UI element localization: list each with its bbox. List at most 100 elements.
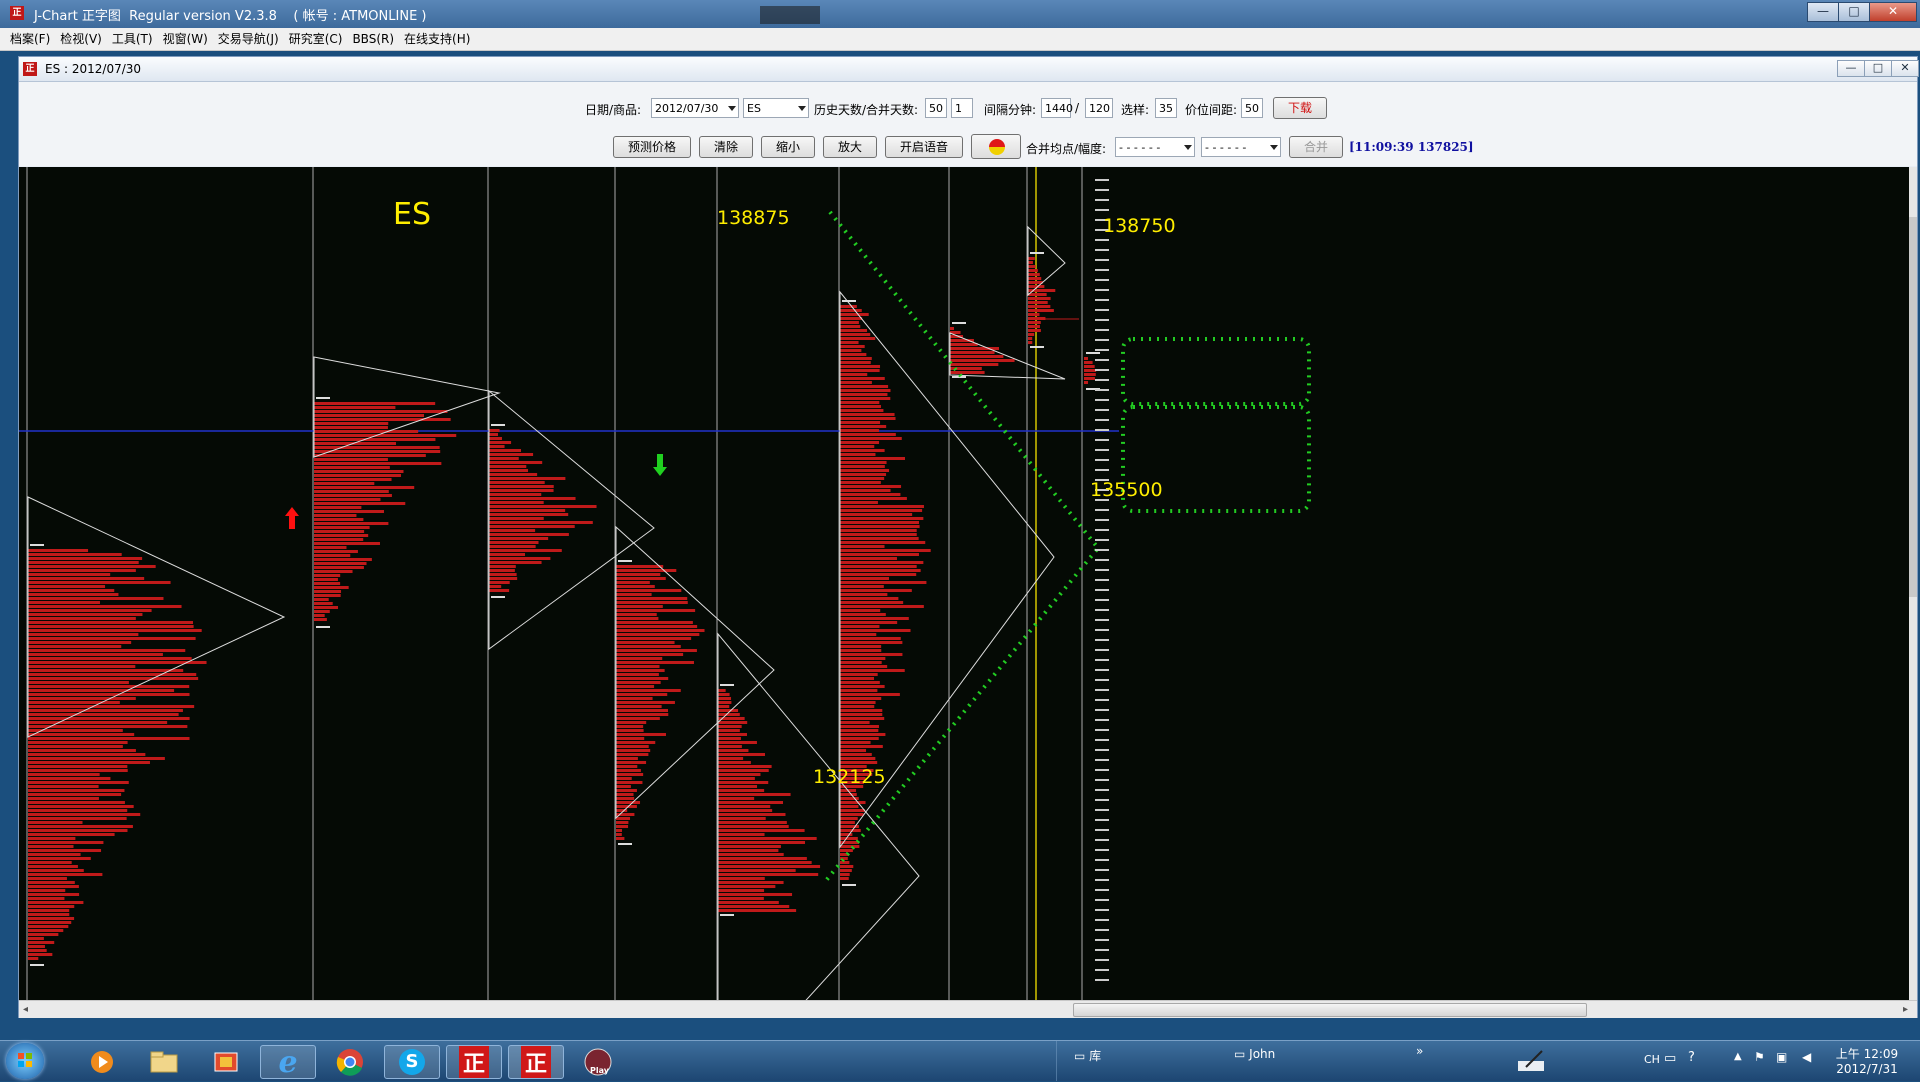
- child-maximize-button[interactable]: □: [1864, 60, 1892, 77]
- file-explorer-icon[interactable]: [136, 1045, 192, 1079]
- profile-bar: [840, 549, 931, 552]
- menu-view[interactable]: 检视(V): [60, 28, 102, 50]
- skype-icon[interactable]: S: [384, 1045, 440, 1079]
- language-indicator[interactable]: CH: [1644, 1053, 1660, 1066]
- interval-b-input[interactable]: 120: [1085, 98, 1113, 118]
- show-hidden-icons[interactable]: ▲: [1734, 1051, 1742, 1062]
- profile-bar: [314, 502, 406, 505]
- profile-bar: [840, 609, 881, 612]
- minimize-button[interactable]: —: [1807, 2, 1839, 22]
- shrink-button[interactable]: 缩小: [761, 136, 815, 158]
- price-axis-tick: [1095, 629, 1109, 631]
- merge-days-input[interactable]: 1: [951, 98, 973, 118]
- profile-bar: [28, 705, 195, 708]
- scroll-left-icon[interactable]: ◂: [23, 1004, 28, 1015]
- taskbar-user-folder[interactable]: ▭ John: [1234, 1047, 1275, 1061]
- voice-button[interactable]: 开启语音: [885, 136, 963, 158]
- scroll-right-icon[interactable]: ▸: [1903, 1004, 1908, 1015]
- history-days-input[interactable]: 50: [925, 98, 947, 118]
- profile-bar: [28, 693, 190, 696]
- profile-bar: [718, 849, 779, 852]
- volume-icon[interactable]: ◀: [1802, 1050, 1811, 1064]
- profile-bar: [616, 725, 644, 728]
- close-button[interactable]: ✕: [1869, 2, 1917, 22]
- profile-bar: [718, 885, 776, 888]
- maximize-button[interactable]: □: [1838, 2, 1870, 22]
- interval-a-input[interactable]: 1440: [1041, 98, 1073, 118]
- network-icon[interactable]: ▣: [1776, 1050, 1787, 1064]
- help-icon[interactable]: ?: [1688, 1050, 1695, 1065]
- merge-button[interactable]: 合并: [1289, 136, 1343, 158]
- profile-bar: [28, 957, 39, 960]
- profile-bar: [28, 625, 194, 628]
- profile-bar: [718, 905, 790, 908]
- menu-window[interactable]: 视窗(W): [163, 28, 208, 50]
- profile-bar: [840, 369, 880, 372]
- menu-research[interactable]: 研究室(C): [289, 28, 343, 50]
- price-axis-tick: [1095, 339, 1109, 341]
- keyboard-icon[interactable]: ▭: [1664, 1051, 1676, 1066]
- profile-bar: [314, 614, 325, 617]
- profile-bar: [840, 345, 865, 348]
- market-profile-chart[interactable]: ES 138875 138750 135500 132125: [19, 167, 1917, 1000]
- profile-bar: [28, 781, 129, 784]
- start-button[interactable]: [6, 1043, 44, 1079]
- play-app-icon[interactable]: Play: [570, 1045, 626, 1079]
- merge-average-select[interactable]: - - - - - -: [1115, 137, 1195, 157]
- download-button[interactable]: 下载: [1273, 97, 1327, 119]
- clear-button[interactable]: 清除: [699, 136, 753, 158]
- menu-file[interactable]: 档案(F): [10, 28, 50, 50]
- jchart-app-button-2[interactable]: 正: [508, 1045, 564, 1079]
- jchart-app-button-1[interactable]: 正: [446, 1045, 502, 1079]
- price-axis-tick: [1095, 739, 1109, 741]
- scroll-thumb[interactable]: [1073, 1003, 1587, 1017]
- merge-range-select[interactable]: - - - - - -: [1201, 137, 1281, 157]
- profile-bar: [314, 434, 457, 437]
- profile-bar: [28, 765, 128, 768]
- price-axis-tick: [1095, 749, 1109, 751]
- taskbar-library[interactable]: ▭ 库: [1074, 1047, 1101, 1064]
- profile-bar: [718, 881, 784, 884]
- price-axis-tick: [1095, 819, 1109, 821]
- action-center-icon[interactable]: ⚑: [1754, 1050, 1765, 1064]
- profile-bar: [840, 389, 891, 392]
- menu-bbs[interactable]: BBS(R): [352, 28, 394, 50]
- pen-input-icon[interactable]: [1516, 1047, 1548, 1073]
- tick-input[interactable]: 50: [1241, 98, 1263, 118]
- toolbox-icon[interactable]: [198, 1045, 254, 1079]
- child-minimize-button[interactable]: —: [1837, 60, 1865, 77]
- menu-trade-nav[interactable]: 交易导航(J): [218, 28, 279, 50]
- date-select[interactable]: 2012/07/30: [651, 98, 739, 118]
- profile-bar: [718, 689, 726, 692]
- profile-bar: [840, 493, 901, 496]
- profile-bar: [616, 625, 698, 628]
- profile-bar: [28, 709, 183, 712]
- profile-bar: [28, 945, 45, 948]
- profile-bar: [1084, 365, 1095, 368]
- child-close-button[interactable]: ✕: [1891, 60, 1919, 77]
- color-toggle-button[interactable]: [971, 134, 1021, 159]
- profile-bar: [489, 481, 545, 484]
- symbol-select[interactable]: ES: [743, 98, 809, 118]
- profile-bar: [1084, 381, 1088, 384]
- profile-bar: [28, 741, 128, 744]
- profile-bar: [840, 713, 883, 716]
- menu-tools[interactable]: 工具(T): [112, 28, 153, 50]
- select-input[interactable]: 35: [1155, 98, 1177, 118]
- menu-support[interactable]: 在线支持(H): [404, 28, 470, 50]
- media-player-icon[interactable]: [74, 1045, 130, 1079]
- predict-price-button[interactable]: 预测价格: [613, 136, 691, 158]
- profile-bar: [314, 554, 351, 557]
- profile-bar: [489, 445, 505, 448]
- profile-bar: [718, 829, 805, 832]
- horizontal-scrollbar[interactable]: ◂ ▸: [19, 1000, 1917, 1018]
- enlarge-button[interactable]: 放大: [823, 136, 877, 158]
- toolbar-expand-icon[interactable]: »: [1416, 1044, 1423, 1058]
- profile-low-tick: [316, 626, 330, 628]
- internet-explorer-icon[interactable]: e: [260, 1045, 316, 1080]
- chrome-icon[interactable]: [322, 1045, 378, 1079]
- profile-bar: [616, 773, 644, 776]
- profile-bar: [840, 445, 875, 448]
- profile-bar: [718, 889, 765, 892]
- clock[interactable]: 上午 12:09 2012/7/31: [1832, 1045, 1902, 1076]
